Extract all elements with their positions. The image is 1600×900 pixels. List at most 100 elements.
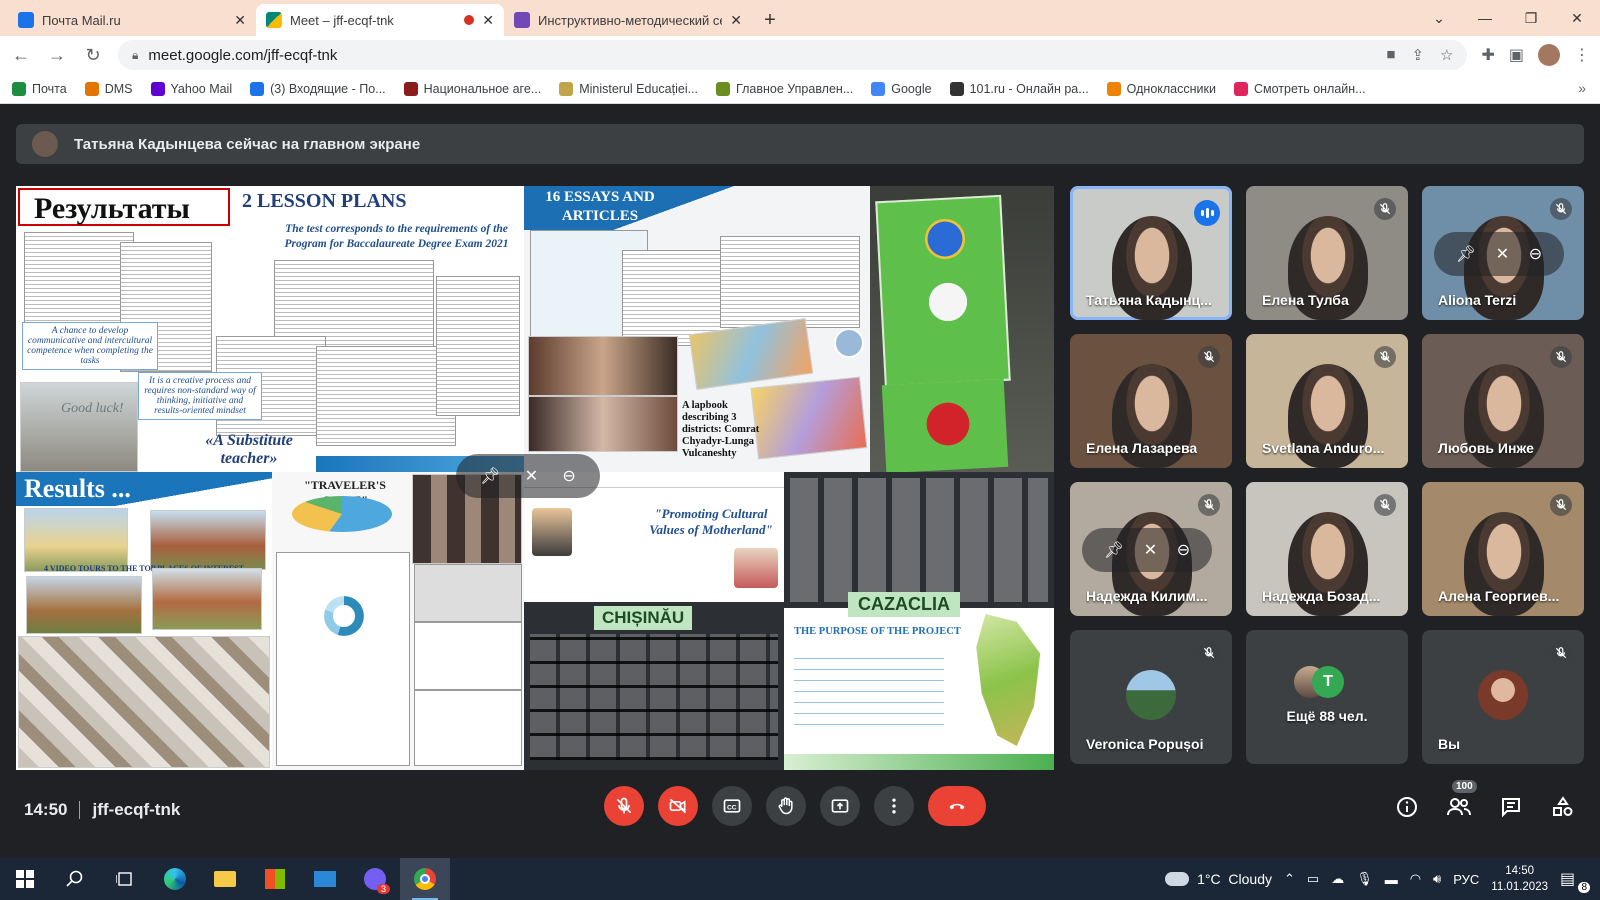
volume-icon[interactable]: 🔊︎ (1433, 871, 1441, 887)
participant-tile[interactable]: Елена Лазарева (1070, 334, 1232, 468)
bookmark-star-icon[interactable]: ☆ (1440, 46, 1453, 64)
participant-tile[interactable]: Татьяна Кадынц... (1070, 186, 1232, 320)
collage-photo (18, 636, 270, 768)
start-button[interactable] (0, 858, 50, 900)
bookmark-item[interactable]: 101.ru - Онлайн ра... (949, 81, 1089, 96)
notification-center[interactable]: ▤ 8 (1560, 869, 1590, 893)
share-icon[interactable]: ⇪ (1411, 46, 1424, 64)
url-text[interactable]: meet.google.com/jff-ecqf-tnk (148, 47, 1376, 64)
shared-screen[interactable]: Результаты 2 LESSON PLANS The test corre… (16, 186, 1054, 770)
bookmark-item[interactable]: Yahoo Mail (150, 81, 232, 96)
meeting-details-button[interactable] (1394, 794, 1420, 820)
omnibox[interactable]: 🔒︎ meet.google.com/jff-ecqf-tnk ■ ⇪ ☆ (118, 40, 1468, 70)
captions-button[interactable]: CC (712, 786, 752, 826)
minimize-icon[interactable]: — (1462, 0, 1508, 36)
bookmark-item[interactable]: Почта (12, 81, 67, 96)
pin-icon[interactable]: 📌︎ (480, 466, 500, 486)
close-tab-icon[interactable]: ✕ (482, 12, 494, 29)
participant-name: Veronica Popușoi (1086, 736, 1204, 752)
more-options-button[interactable] (874, 786, 914, 826)
bookmark-item[interactable]: Национальное аге... (403, 81, 541, 96)
remove-icon[interactable]: ⊖ (1177, 540, 1190, 560)
mic-muted-icon (1550, 642, 1572, 664)
participant-tile[interactable]: Елена Тулба (1246, 186, 1408, 320)
device-icon[interactable]: ▭ (1307, 871, 1319, 887)
mic-muted-icon (1198, 494, 1220, 516)
bookmark-item[interactable]: Ministerul Educației... (559, 81, 698, 96)
close-tab-icon[interactable]: ✕ (234, 12, 246, 29)
activities-button[interactable] (1550, 794, 1576, 820)
chevron-up-icon[interactable]: ⌃ (1284, 871, 1295, 887)
onedrive-icon[interactable]: ☁ (1331, 871, 1344, 887)
side-panel-icon[interactable]: ▣ (1509, 45, 1524, 65)
remove-icon[interactable]: ⊖ (562, 466, 575, 486)
close-window-icon[interactable]: ✕ (1554, 0, 1600, 36)
taskbar-store[interactable] (250, 858, 300, 900)
participant-tile[interactable]: Любовь Инже (1422, 334, 1584, 468)
extensions-icon[interactable]: ✚ (1481, 45, 1494, 65)
bookmark-item[interactable]: Главное Управлен... (716, 81, 853, 96)
taskbar-edge[interactable] (150, 858, 200, 900)
taskbar-explorer[interactable] (200, 858, 250, 900)
menu-kebab-icon[interactable]: ⋮ (1574, 45, 1590, 65)
taskbar-chrome[interactable] (400, 858, 450, 900)
leave-call-button[interactable] (928, 786, 986, 826)
taskbar-mail[interactable] (300, 858, 350, 900)
bookmark-item[interactable]: Google (871, 81, 932, 96)
tab-instructive[interactable]: Инструктивно-методический се ✕ (504, 4, 752, 36)
profile-avatar[interactable] (1538, 44, 1560, 66)
participant-tile[interactable]: Veronica Popușoi (1070, 630, 1232, 764)
line-chart-sheet (414, 690, 522, 766)
participant-tile[interactable]: Aliona Terzi 📌︎ ✕ ⊖ (1422, 186, 1584, 320)
bookmark-item[interactable]: DMS (84, 81, 133, 96)
task-view-button[interactable] (100, 858, 150, 900)
teacher-photo (734, 548, 778, 588)
chrome-icon (414, 868, 436, 890)
mic-toggle-button[interactable] (604, 786, 644, 826)
participant-tile[interactable]: Алена Георгиев... (1422, 482, 1584, 616)
mute-overlay-icon[interactable]: ✕ (1144, 540, 1157, 560)
tab-meet[interactable]: Meet – jff-ecqf-tnk ✕ (256, 4, 504, 36)
pin-icon[interactable]: 📌︎ (1104, 540, 1124, 560)
participant-tile[interactable]: Svetlana Anduro... (1246, 334, 1408, 468)
chat-button[interactable] (1498, 794, 1524, 820)
tray-clock[interactable]: 14:50 11.01.2023 (1491, 863, 1548, 895)
bookmark-item[interactable]: (3) Входящие - По... (250, 81, 386, 96)
forward-icon[interactable]: → (46, 44, 68, 66)
taskbar-viber[interactable]: 3 (350, 858, 400, 900)
tab-mail[interactable]: Почта Mail.ru ✕ (8, 4, 256, 36)
pin-icon[interactable]: 📌︎ (1456, 244, 1476, 264)
wifi-icon[interactable]: ◠ (1410, 871, 1421, 887)
mic-muted-icon (1374, 198, 1396, 220)
bookmark-item[interactable]: Одноклассники (1106, 81, 1216, 96)
participant-tile[interactable]: Вы (1422, 630, 1584, 764)
mute-overlay-icon[interactable]: ✕ (525, 466, 538, 486)
camera-toggle-button[interactable] (658, 786, 698, 826)
weather-widget[interactable]: 1°C Cloudy (1165, 871, 1272, 887)
search-button[interactable] (50, 858, 100, 900)
back-icon[interactable]: ← (10, 44, 32, 66)
tab-search-icon[interactable]: ⌄ (1416, 0, 1462, 36)
battery-icon[interactable]: ▬ (1385, 872, 1398, 887)
mute-overlay-icon[interactable]: ✕ (1496, 244, 1509, 264)
chisinau-heading: CHIȘINĂU (594, 606, 693, 630)
reload-icon[interactable]: ↻ (82, 44, 104, 66)
present-screen-button[interactable] (820, 786, 860, 826)
new-tab-button[interactable]: + (752, 4, 788, 36)
input-language[interactable]: РУС (1453, 872, 1479, 887)
participant-tile[interactable]: Надежда Бозад... (1246, 482, 1408, 616)
presenting-notice-text: Татьяна Кадынцева сейчас на главном экра… (74, 135, 421, 153)
participants-button[interactable]: 100 (1446, 780, 1477, 820)
microphone-icon[interactable]: 🎙︎ (1356, 871, 1373, 887)
remove-icon[interactable]: ⊖ (1529, 244, 1542, 264)
restore-icon[interactable]: ❐ (1508, 0, 1554, 36)
bookmarks-overflow-icon[interactable]: » (1578, 80, 1586, 96)
participant-tile[interactable]: T Ещё 88 чел. (1246, 630, 1408, 764)
close-tab-icon[interactable]: ✕ (730, 12, 742, 29)
camera-in-use-icon[interactable]: ■ (1386, 46, 1395, 64)
omnibox-actions: ■ ⇪ ☆ (1386, 46, 1453, 64)
participant-tile[interactable]: Надежда Килим... 📌︎ ✕ ⊖ (1070, 482, 1232, 616)
meeting-code: jff-ecqf-tnk (92, 800, 181, 819)
bookmark-item[interactable]: Смотреть онлайн... (1233, 81, 1366, 96)
raise-hand-button[interactable] (766, 786, 806, 826)
